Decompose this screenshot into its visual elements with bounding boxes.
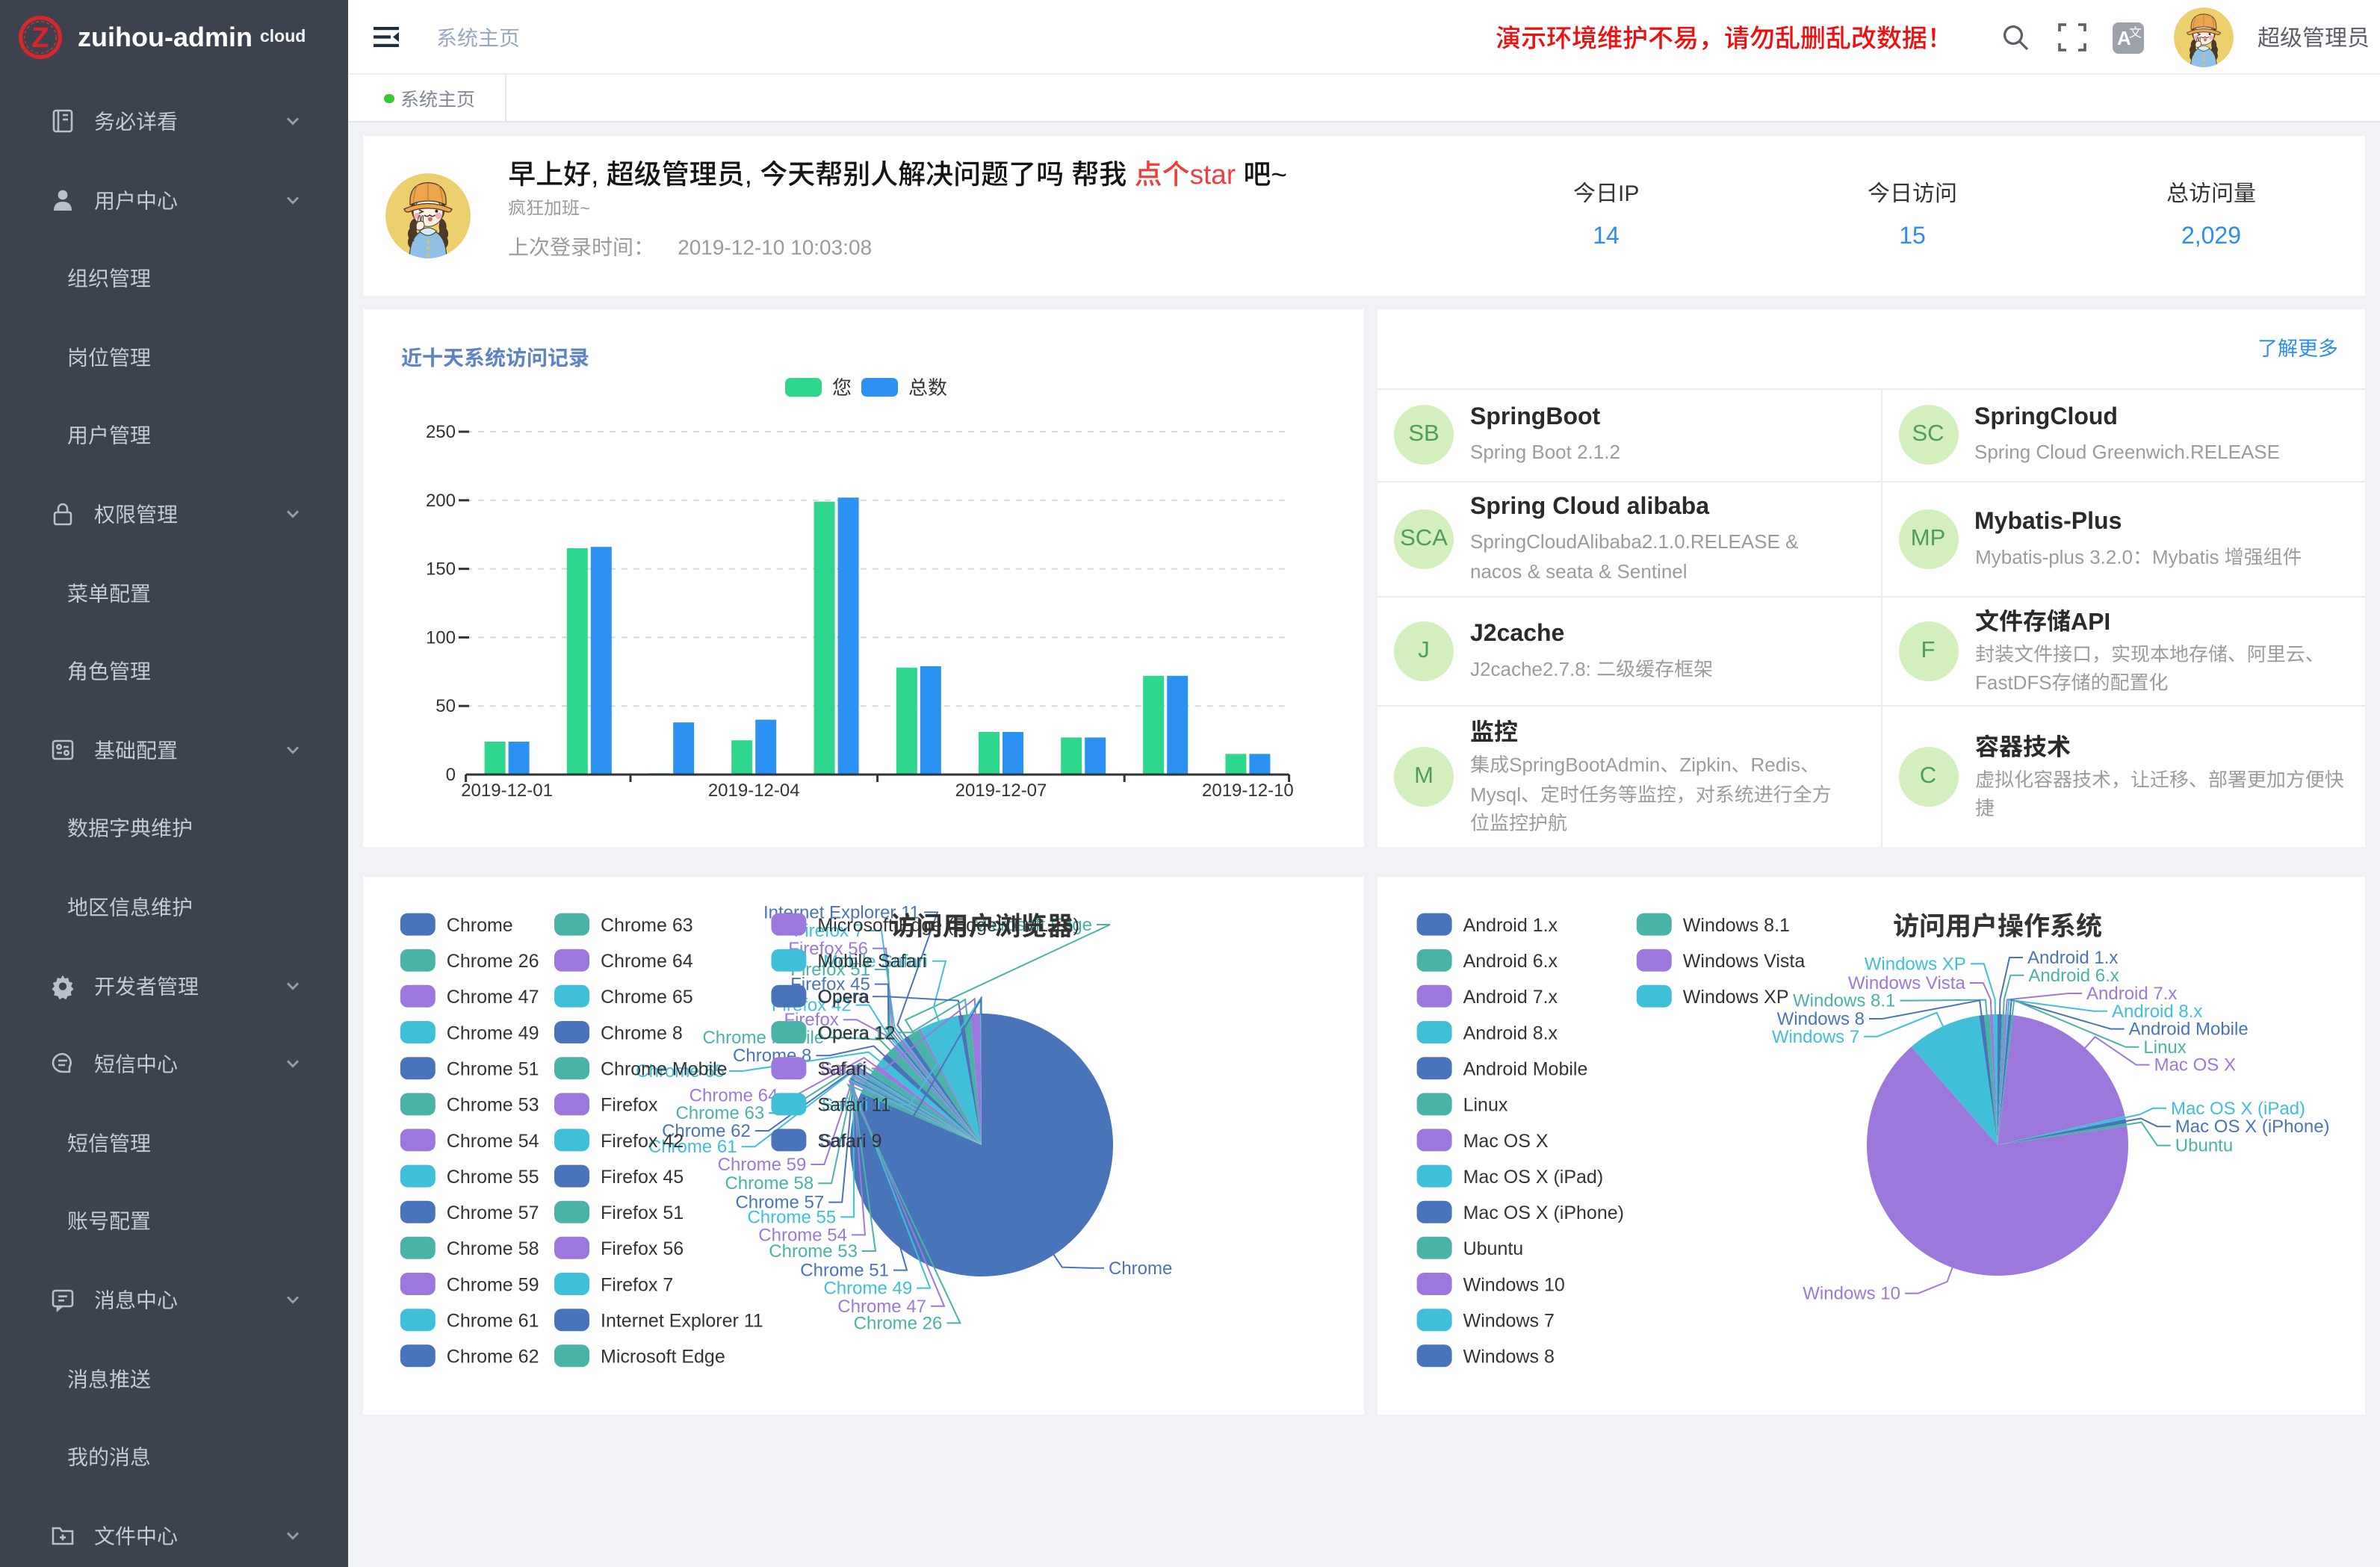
svg-text:Chrome 58: Chrome 58 bbox=[725, 1173, 814, 1194]
svg-text:Mac OS X: Mac OS X bbox=[1463, 1131, 1549, 1152]
svg-text:Firefox 7: Firefox 7 bbox=[601, 1274, 673, 1295]
svg-text:Windows 8.1: Windows 8.1 bbox=[1793, 991, 1895, 1011]
svg-text:Safari 9: Safari 9 bbox=[817, 1131, 881, 1152]
svg-text:Chrome 49: Chrome 49 bbox=[447, 1023, 539, 1043]
svg-text:200: 200 bbox=[426, 491, 456, 511]
svg-text:Chrome 58: Chrome 58 bbox=[447, 1238, 539, 1259]
svg-text:Ubuntu: Ubuntu bbox=[1463, 1238, 1524, 1259]
svg-text:2019-12-04: 2019-12-04 bbox=[708, 781, 800, 801]
svg-text:Chrome 59: Chrome 59 bbox=[447, 1274, 539, 1295]
svg-text:Chrome 51: Chrome 51 bbox=[447, 1059, 539, 1080]
svg-text:Windows XP: Windows XP bbox=[1865, 954, 1966, 974]
svg-text:0: 0 bbox=[446, 765, 456, 785]
svg-text:Safari: Safari bbox=[817, 1059, 866, 1080]
svg-text:Windows XP: Windows XP bbox=[1683, 987, 1789, 1008]
svg-text:Internet Explorer 11: Internet Explorer 11 bbox=[601, 1311, 763, 1332]
svg-text:Mac OS X (iPad): Mac OS X (iPad) bbox=[2171, 1099, 2305, 1119]
svg-text:Windows 10: Windows 10 bbox=[1803, 1284, 1900, 1304]
svg-text:Firefox 45: Firefox 45 bbox=[601, 1167, 684, 1188]
svg-text:Android 8.x: Android 8.x bbox=[1463, 1023, 1558, 1043]
svg-text:Windows 7: Windows 7 bbox=[1463, 1311, 1555, 1332]
svg-text:Firefox: Firefox bbox=[601, 1095, 658, 1116]
svg-text:Chrome 65: Chrome 65 bbox=[601, 987, 693, 1008]
svg-text:250: 250 bbox=[426, 422, 456, 442]
svg-text:Chrome 53: Chrome 53 bbox=[447, 1095, 539, 1116]
svg-text:Mac OS X (iPhone): Mac OS X (iPhone) bbox=[1463, 1203, 1624, 1223]
svg-text:Ubuntu: Ubuntu bbox=[2175, 1136, 2233, 1156]
svg-text:Android 1.x: Android 1.x bbox=[1463, 915, 1558, 936]
svg-text:100: 100 bbox=[426, 627, 456, 648]
svg-text:Windows 10: Windows 10 bbox=[1463, 1274, 1565, 1295]
svg-text:Opera 12: Opera 12 bbox=[817, 1023, 895, 1043]
svg-text:150: 150 bbox=[426, 559, 456, 580]
svg-text:2019-12-10: 2019-12-10 bbox=[1202, 781, 1294, 801]
svg-text:Chrome 55: Chrome 55 bbox=[747, 1207, 836, 1227]
svg-text:Firefox 42: Firefox 42 bbox=[601, 1131, 684, 1152]
svg-text:Chrome 54: Chrome 54 bbox=[447, 1131, 539, 1152]
svg-text:Chrome 64: Chrome 64 bbox=[601, 951, 693, 972]
svg-text:Chrome 59: Chrome 59 bbox=[718, 1155, 807, 1175]
svg-text:Mac OS X (iPad): Mac OS X (iPad) bbox=[1463, 1167, 1604, 1188]
svg-text:Chrome 47: Chrome 47 bbox=[447, 987, 539, 1008]
svg-text:Mobile Safari: Mobile Safari bbox=[817, 951, 926, 972]
svg-text:Chrome 26: Chrome 26 bbox=[854, 1313, 943, 1333]
svg-text:Windows Vista: Windows Vista bbox=[1683, 951, 1806, 972]
svg-text:Firefox 51: Firefox 51 bbox=[601, 1203, 684, 1223]
svg-text:2019-12-01: 2019-12-01 bbox=[461, 781, 553, 801]
svg-text:Chrome 26: Chrome 26 bbox=[447, 951, 539, 972]
svg-text:Mac OS X: Mac OS X bbox=[2154, 1055, 2236, 1076]
svg-text:Android 6.x: Android 6.x bbox=[2028, 966, 2119, 986]
svg-text:Linux: Linux bbox=[1463, 1095, 1508, 1116]
svg-text:Windows 8: Windows 8 bbox=[1463, 1347, 1555, 1368]
svg-text:Chrome 51: Chrome 51 bbox=[800, 1261, 889, 1281]
svg-text:Chrome 8: Chrome 8 bbox=[601, 1023, 683, 1043]
svg-text:Microsoft Edge: Microsoft Edge bbox=[601, 1347, 725, 1368]
svg-text:Z: Z bbox=[31, 22, 49, 54]
svg-text:50: 50 bbox=[436, 696, 456, 716]
svg-text:2019-12-07: 2019-12-07 bbox=[955, 781, 1047, 801]
svg-text:Chrome 57: Chrome 57 bbox=[447, 1203, 539, 1223]
svg-text:Firefox 56: Firefox 56 bbox=[601, 1238, 684, 1259]
svg-text:Chrome 49: Chrome 49 bbox=[823, 1279, 912, 1299]
svg-text:Chrome 53: Chrome 53 bbox=[769, 1241, 858, 1262]
svg-text:Chrome 61: Chrome 61 bbox=[447, 1311, 539, 1332]
svg-text:Safari 11: Safari 11 bbox=[817, 1095, 890, 1116]
svg-text:Chrome: Chrome bbox=[1109, 1259, 1172, 1279]
svg-text:Android Mobile: Android Mobile bbox=[2129, 1020, 2249, 1040]
svg-text:Chrome 55: Chrome 55 bbox=[447, 1167, 539, 1188]
svg-text:Android Mobile: Android Mobile bbox=[1463, 1059, 1588, 1080]
svg-text:Chrome Mobile: Chrome Mobile bbox=[601, 1059, 728, 1080]
svg-text:Chrome 62: Chrome 62 bbox=[447, 1347, 539, 1368]
svg-text:Chrome: Chrome bbox=[447, 915, 513, 936]
svg-text:Mac OS X (iPhone): Mac OS X (iPhone) bbox=[2175, 1117, 2330, 1137]
svg-text:Android 7.x: Android 7.x bbox=[1463, 987, 1558, 1008]
svg-text:Android 6.x: Android 6.x bbox=[1463, 951, 1558, 972]
svg-text:Chrome 63: Chrome 63 bbox=[601, 915, 693, 936]
svg-text:Windows 7: Windows 7 bbox=[1772, 1027, 1859, 1047]
svg-text:Windows 8.1: Windows 8.1 bbox=[1683, 915, 1790, 936]
svg-text:Opera: Opera bbox=[817, 987, 870, 1008]
